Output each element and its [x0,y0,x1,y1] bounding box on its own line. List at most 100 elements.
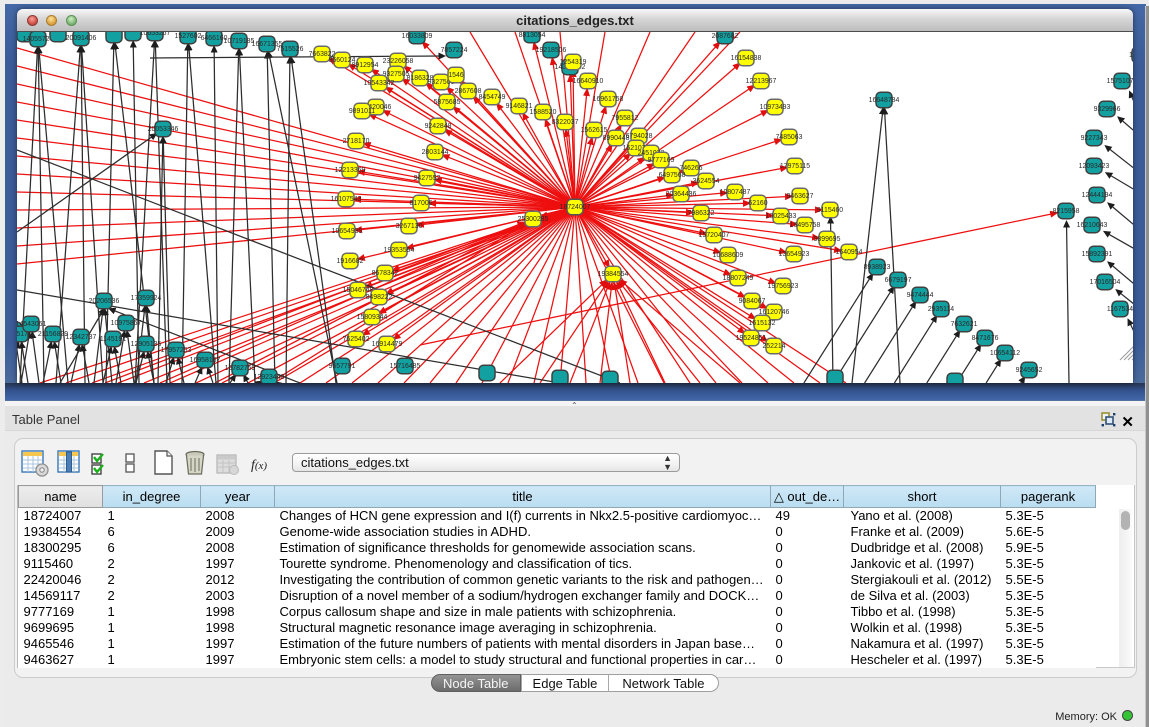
svg-text:111215: 111215 [1129,52,1133,59]
svg-text:9245652: 9245652 [1016,367,1043,374]
svg-text:62160: 62160 [748,200,767,207]
svg-text:3624554: 3624554 [693,178,720,185]
svg-text:10975867: 10975867 [111,320,142,327]
svg-text:1640954: 1640954 [836,249,863,256]
svg-text:12905135: 12905135 [131,341,162,348]
svg-text:8813054: 8813054 [519,32,546,39]
svg-text:9146821: 9146821 [506,103,533,110]
svg-text:3267130: 3267130 [396,223,423,230]
svg-text:9427552: 9427552 [414,175,441,182]
svg-text:15716485: 15716485 [390,363,421,370]
svg-text:6794028: 6794028 [626,133,653,140]
svg-text:20091406: 20091406 [66,35,97,42]
svg-text:16958167: 16958167 [190,357,221,364]
svg-text:16154838: 16154838 [731,55,762,62]
svg-text:8938923: 8938923 [864,264,891,271]
svg-text:16495758: 16495758 [790,222,821,229]
svg-text:16782759: 16782759 [225,365,256,372]
svg-text:18724007: 18724007 [560,204,591,211]
svg-text:9227343: 9227343 [1081,135,1108,142]
svg-text:9474444: 9474444 [907,292,934,299]
svg-text:7625402: 7625402 [343,336,370,343]
svg-text:2935114: 2935114 [928,306,954,313]
svg-text:16107543: 16107543 [331,196,362,203]
svg-text:16961758: 16961758 [593,96,624,103]
svg-text:1588520: 1588520 [530,109,557,116]
svg-text:16648784: 16648784 [869,97,900,104]
svg-text:1167534: 1167534 [1107,306,1133,313]
svg-text:25300285: 25300285 [518,216,549,223]
svg-text:12093423: 12093423 [1079,163,1110,170]
svg-text:10807487: 10807487 [720,189,751,196]
svg-text:7632621: 7632621 [951,321,978,328]
svg-text:19756923: 19756923 [768,283,799,290]
svg-text:8215958: 8215958 [1053,208,1080,215]
svg-text:20053346: 20053346 [148,126,179,133]
svg-text:12213967: 12213967 [746,78,777,85]
svg-text:15809344: 15809344 [357,314,388,321]
svg-text:1254319: 1254319 [560,59,587,66]
svg-text:f(x): f(x) [251,458,267,473]
svg-text:18807249: 18807249 [723,275,754,282]
svg-text:17957253: 17957253 [161,347,192,354]
svg-text:9115460: 9115460 [817,207,843,214]
svg-text:252214: 252214 [763,343,786,350]
svg-text:1916682: 1916682 [337,258,364,265]
svg-text:6497568: 6497568 [659,172,686,179]
svg-text:14543061: 14543061 [17,321,46,328]
svg-text:1145191: 1145191 [100,336,126,343]
svg-text:2718170: 2718170 [343,138,370,145]
svg-text:14055724: 14055724 [23,36,54,43]
svg-text:10654112: 10654112 [990,350,1020,357]
svg-text:9242848: 9242848 [425,123,452,130]
svg-text:1562615: 1562615 [581,127,608,134]
svg-text:10688609: 10688609 [713,252,744,259]
svg-text:17975115: 17975115 [780,163,810,170]
svg-text:1615132: 1615132 [749,320,776,327]
svg-text:7986322: 7986322 [688,210,715,217]
svg-text:817006: 817006 [410,200,433,207]
svg-text:8454749: 8454749 [479,94,506,101]
svg-text:12213369: 12213369 [335,167,366,174]
svg-text:17016504: 17016504 [1090,279,1121,286]
svg-text:17359924: 17359924 [131,295,162,302]
svg-text:23226058: 23226058 [383,58,414,65]
svg-text:19654935: 19654935 [332,228,363,235]
svg-text:20206536: 20206536 [89,298,120,305]
svg-text:5875685: 5875685 [434,99,461,106]
svg-text:12342737: 12342737 [66,334,97,341]
svg-text:16033809: 16033809 [402,33,433,40]
svg-text:8498222: 8498222 [366,294,393,301]
svg-text:15892391: 15892391 [1082,251,1113,258]
svg-text:13654923: 13654923 [779,251,810,258]
svg-text:20364436: 20364436 [666,191,697,198]
svg-text:9899695: 9899695 [814,236,841,243]
svg-text:10653267: 10653267 [140,32,171,37]
svg-text:2087682: 2087682 [712,33,739,40]
svg-text:9657791: 9657791 [329,363,356,370]
svg-text:16914479: 16914479 [372,341,403,348]
svg-text:2867608: 2867608 [455,88,482,95]
svg-text:8912954: 8912954 [352,62,379,69]
svg-text:10973493: 10973493 [760,104,791,111]
svg-text:16640910: 16640910 [573,78,604,85]
svg-text:6679197: 6679197 [885,277,912,284]
svg-text:7515526: 7515526 [277,46,304,53]
svg-text:8322037: 8322037 [552,119,579,126]
svg-text:16210643: 16210643 [1077,222,1108,229]
svg-text:19353594: 19353594 [384,247,415,254]
svg-text:15751074: 15751074 [1107,78,1133,85]
svg-text:10719185: 10719185 [224,38,255,45]
svg-text:8678342: 8678342 [372,270,399,277]
svg-text:1527602: 1527602 [175,33,202,40]
svg-text:2803144: 2803144 [422,149,449,156]
svg-text:19384554: 19384554 [598,271,629,278]
svg-text:10025433: 10025433 [766,213,797,220]
svg-text:9891011: 9891011 [349,108,375,115]
svg-text:8471676: 8471676 [972,335,999,342]
svg-text:12923448: 12923448 [254,374,285,381]
svg-text:15720407: 15720407 [699,232,730,239]
svg-text:9084067: 9084067 [739,298,766,305]
svg-text:746266: 746266 [680,165,703,172]
svg-text:10543342: 10543342 [364,80,395,87]
